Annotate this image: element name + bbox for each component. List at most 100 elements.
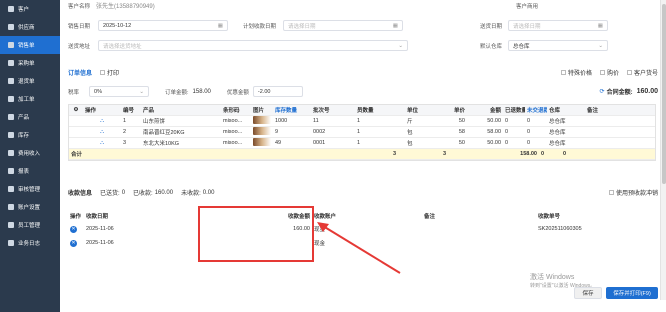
row-action-icon[interactable]: ⛬ [83, 140, 121, 147]
price-checkbox[interactable] [599, 70, 605, 75]
address-label: 送货地址 [68, 43, 91, 50]
calendar-icon: ▦ [597, 22, 603, 29]
chevron-down-icon: ⌄ [398, 42, 403, 49]
col-stock[interactable]: 库存数量 [273, 106, 311, 114]
sidebar-item-sales-order[interactable]: 销售单 [0, 36, 60, 54]
money-icon [8, 150, 14, 156]
discount-input[interactable]: -2.00 [252, 86, 303, 97]
col-warehouse: 仓库 [549, 108, 561, 114]
customer-label: 客户名称 [68, 3, 91, 10]
col-remark: 备注 [587, 108, 599, 114]
use-prepay-label: 使用预收款冲销 [615, 191, 658, 197]
refresh-icon[interactable]: ⟳ [600, 88, 605, 95]
product-image [253, 138, 271, 146]
audit-icon [8, 186, 14, 192]
box-icon [8, 114, 14, 120]
order-amount-value: 158.00 [192, 88, 211, 95]
return-icon [8, 78, 14, 84]
sidebar-item-staff[interactable]: 员工管理 [0, 216, 60, 234]
chevron-down-icon: ⌄ [598, 42, 603, 49]
use-prepay-checkbox[interactable] [608, 190, 614, 195]
row-action-icon[interactable]: ⛬ [83, 118, 121, 125]
sidebar-item-product[interactable]: 产品 [0, 108, 60, 126]
save-print-button[interactable]: 保存并打印(F9) [606, 287, 658, 299]
customer-no-checkbox[interactable] [626, 70, 632, 75]
chevron-down-icon: ⌄ [139, 88, 145, 95]
table-row[interactable]: ⛬ 1 山东煎饼 misoo... 1000 11 1 斤 50 50.00 0… [69, 116, 655, 127]
staff-icon [8, 222, 14, 228]
log-icon [8, 240, 14, 246]
row-action-icon[interactable]: ⛬ [83, 129, 121, 136]
tax-select[interactable]: 0% ⌄ [89, 86, 150, 97]
col-unit: 单位 [407, 108, 419, 114]
user-icon [8, 6, 14, 12]
windows-watermark-title: 激活 Windows [530, 274, 575, 281]
sidebar-item-purchase-order[interactable]: 采购单 [0, 54, 60, 72]
address-select[interactable]: 请选择送货地址 ⌄ [98, 40, 408, 51]
col-image: 图片 [253, 108, 265, 114]
total-value: 160.00 [636, 88, 658, 95]
scrollbar[interactable] [660, 0, 666, 300]
product-table: ⚙ 操作 编号 产品 条形码 图片 库存数量 批次号 员数量 单位 单价 金额 … [68, 104, 656, 161]
ship-date-input[interactable]: 请选择日期 ▦ [508, 20, 608, 31]
col-barcode: 条形码 [223, 108, 240, 114]
product-image [253, 127, 271, 135]
sidebar-item-account-settings[interactable]: 账户设置 [0, 198, 60, 216]
chart-icon [8, 168, 14, 174]
order-info-header: 订单信息 打印 特殊价格 购价 客户货号 [68, 68, 658, 77]
scrollbar-thumb[interactable] [662, 4, 666, 184]
customer-commercial-label: 客户商用 [515, 3, 538, 10]
special-price-checkbox[interactable] [560, 70, 566, 75]
plan-receipt-row: 计划收款日期 请选择日期 ▦ [243, 20, 403, 31]
annotation-arrow [317, 222, 401, 274]
warehouse-row: 默认仓库 总仓库 ⌄ [480, 40, 608, 51]
sidebar-item-business-log[interactable]: 业务日志 [0, 234, 60, 252]
sidebar: 客户 供应商 销售单 采购单 退货单 加工单 产品 库存 费用收入 报表 审核管… [0, 0, 60, 312]
table-row[interactable]: ⛬ 2 南品晋红豆20KG misoo... 9 0002 1 包 58 58.… [69, 127, 655, 138]
col-pending[interactable]: 未交退款 [525, 106, 547, 114]
customer-value[interactable]: 张先生(13588790949) [96, 1, 155, 10]
sidebar-item-report[interactable]: 报表 [0, 162, 60, 180]
product-image [253, 116, 271, 124]
special-price-label: 特殊价格 [567, 71, 592, 77]
app-window: 客户 供应商 销售单 采购单 退货单 加工单 产品 库存 费用收入 报表 审核管… [0, 0, 666, 312]
received-value: 0 [121, 189, 126, 196]
plan-receipt-label: 计划收款日期 [243, 23, 277, 30]
sale-date-input[interactable]: 2025-10-12 ▦ [98, 20, 228, 31]
sidebar-item-inventory[interactable]: 库存 [0, 126, 60, 144]
col-qty: 员数量 [357, 108, 374, 114]
settings-icon[interactable]: ⚙ [69, 107, 83, 113]
table-row[interactable]: ⛬ 3 东北大米10KG misoo... 49 0001 1 包 50 50.… [69, 138, 655, 149]
col-product: 产品 [143, 108, 155, 114]
address-row: 送货地址 请选择送货地址 ⌄ [68, 40, 408, 51]
sidebar-item-return-order[interactable]: 退货单 [0, 72, 60, 90]
main-content: 客户名称 张先生(13588790949) 客户商用 销售日期 2025-10-… [60, 0, 666, 312]
col-no: 编号 [123, 108, 135, 114]
sidebar-item-expense-income[interactable]: 费用收入 [0, 144, 60, 162]
order-info-title: 订单信息 [68, 71, 93, 77]
close-icon[interactable]: ✕ [70, 225, 77, 233]
cart-icon [8, 42, 14, 48]
sidebar-item-customer[interactable]: 客户 [0, 0, 60, 18]
print-checkbox[interactable] [100, 70, 106, 75]
truck-icon [8, 24, 14, 30]
col-batch: 批次号 [313, 108, 330, 114]
order-amount-label: 订单金额: [165, 89, 189, 96]
tax-row: 税率 0% ⌄ 订单金额: 158.00 优惠金额 -2.00 ⟳ 合同金额: 1… [68, 86, 658, 97]
sidebar-item-process-order[interactable]: 加工单 [0, 90, 60, 108]
customer-row: 客户名称 张先生(13588790949) 客户商用 [68, 1, 658, 11]
warehouse-icon [8, 132, 14, 138]
received-label: 已送货: [100, 191, 120, 197]
calendar-icon: ▦ [392, 22, 398, 29]
save-button[interactable]: 保存 [574, 287, 602, 299]
warehouse-select[interactable]: 总仓库 ⌄ [508, 40, 608, 51]
print-label: 打印 [107, 71, 120, 77]
uncollected-label: 未收款: [181, 191, 201, 197]
close-icon[interactable]: ✕ [70, 239, 77, 247]
plan-receipt-date-input[interactable]: 请选择日期 ▦ [283, 20, 403, 31]
price-label: 购价 [606, 71, 619, 77]
sidebar-item-supplier[interactable]: 供应商 [0, 18, 60, 36]
table-total-row: 合计 3 3 158.00 0 0 [69, 149, 655, 160]
discount-label: 优惠金额 [226, 89, 249, 96]
sidebar-item-audit[interactable]: 审核管理 [0, 180, 60, 198]
